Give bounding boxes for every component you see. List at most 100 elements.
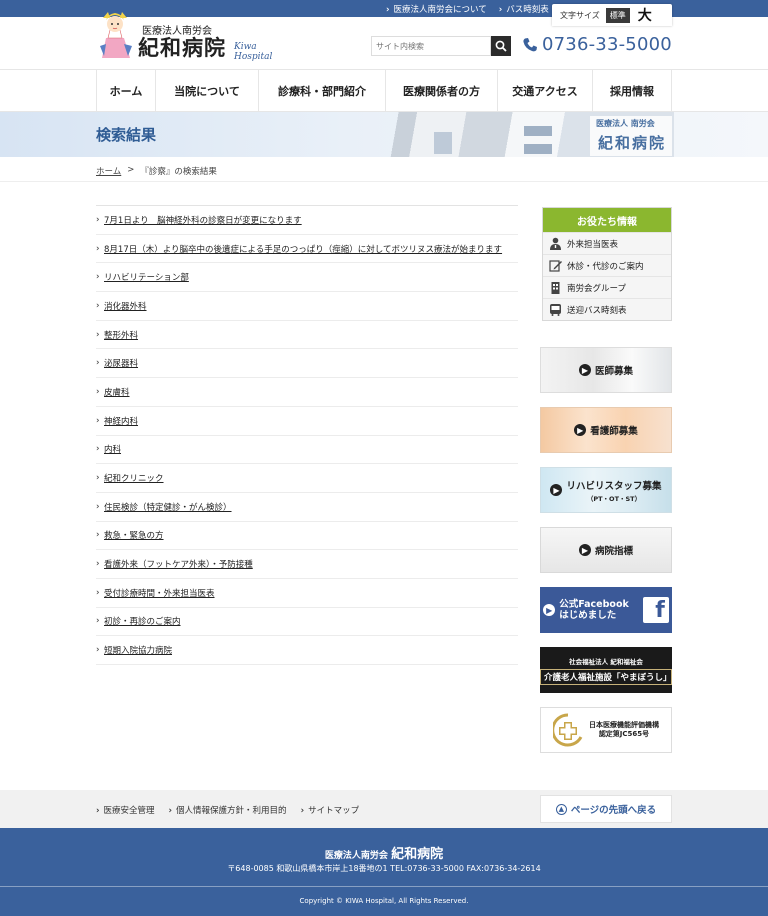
nav-item-departments[interactable]: 診療科・部門紹介	[258, 70, 385, 111]
banner-doctor-recruit[interactable]: ▶ 医師募集	[540, 347, 672, 393]
global-nav: ホーム 当院について 診療科・部門紹介 医療関係者の方 交通アクセス 採用情報	[0, 69, 768, 112]
page-title: 検索結果	[96, 126, 157, 144]
yamaboushi-line-2: 介護老人福祉施設「やまぼうし」	[540, 668, 672, 685]
back-to-top-label: ページの先頭へ戻る	[570, 805, 657, 816]
chevron-right-icon: ›	[96, 415, 100, 426]
chevron-right-icon: ›	[96, 530, 100, 541]
result-link[interactable]: 皮膚科	[104, 386, 130, 398]
list-item: › 消化器外科	[96, 292, 518, 321]
sign-hospital-name: 紀和病院	[598, 134, 667, 152]
jcqhc-line-2: 認定第JC565号	[598, 730, 650, 738]
result-link[interactable]: 救急・緊急の方	[104, 529, 164, 541]
top-link-bus-timetable[interactable]: バス時刻表	[499, 3, 549, 15]
nav-item-access[interactable]: 交通アクセス	[497, 70, 592, 111]
banner-hospital-index[interactable]: ▶ 病院指標	[540, 527, 672, 573]
list-item: › 泌尿器科	[96, 349, 518, 379]
result-link[interactable]: リハビリテーション部	[104, 271, 189, 283]
list-item: › 受付診療時間・外来担当医表	[96, 579, 518, 608]
hospital-sign: 医療法人 南労会 紀和病院	[590, 116, 672, 156]
list-item: › 看護外来（フットケア外来）・予防接種	[96, 550, 518, 579]
useful-item-bus-timetable[interactable]: 送迎バス時刻表	[543, 298, 671, 320]
font-size-switcher: 文字サイズ 標準 大	[552, 4, 672, 26]
font-size-large-button[interactable]: 大	[638, 5, 652, 25]
back-to-top-button[interactable]: ▲ ページの先頭へ戻る	[540, 795, 672, 823]
nav-item-medical-professionals[interactable]: 医療関係者の方	[385, 70, 497, 111]
footer-address: 〒648-0085 和歌山県橋本市岸上18番地の1 TEL:0736-33-50…	[227, 864, 541, 873]
phone-icon	[523, 37, 537, 51]
result-link[interactable]: 整形外科	[104, 329, 138, 341]
phone-number[interactable]: 0736-33-5000	[522, 34, 672, 55]
logo-hospital-name: 紀和病院	[138, 35, 226, 60]
footer-link-sitemap[interactable]: サイトマップ	[301, 804, 359, 816]
result-link[interactable]: 神経内科	[104, 415, 138, 427]
useful-item-label: 南労会グループ	[567, 283, 626, 294]
site-footer: 医療法人南労会 紀和病院 〒648-0085 和歌山県橋本市岸上18番地の1 T…	[0, 828, 768, 916]
result-link[interactable]: 看護外来（フットケア外来）・予防接種	[104, 558, 253, 570]
chevron-right-icon: ›	[96, 645, 100, 656]
copyright: Copyright © KIWA Hospital, All Rights Re…	[299, 897, 469, 905]
result-link[interactable]: 8月17日（木）より脳卒中の後遺症による手足のつっぱり（痙縮）に対してボツリヌス…	[104, 243, 502, 255]
chevron-right-icon: ›	[96, 214, 100, 225]
result-link[interactable]: 初診・再診のご案内	[104, 615, 181, 627]
arrow-right-icon: ▶	[578, 544, 591, 556]
footer-link-privacy[interactable]: 個人情報保護方針・利用目的	[169, 804, 287, 816]
list-item: › 皮膚科	[96, 378, 518, 407]
chevron-right-icon: ›	[96, 444, 100, 455]
banner-facebook[interactable]: ▶ 公式Facebook はじめました f	[540, 587, 672, 633]
list-item: › 初診・再診のご案内	[96, 608, 518, 637]
facebook-logo-icon: f	[642, 597, 669, 623]
result-link[interactable]: 7月1日より 脳神経外科の診察日が変更になります	[104, 214, 302, 226]
search-button[interactable]	[491, 36, 511, 56]
useful-item-closure-notice[interactable]: 休診・代診のご案内	[543, 254, 671, 276]
search-input[interactable]	[371, 36, 491, 56]
footer-divider	[0, 886, 768, 887]
footer-link-safety[interactable]: 医療安全管理	[96, 804, 155, 816]
banner-label: 医師募集	[594, 366, 633, 377]
banner-jcqhc[interactable]: 日本医療機能評価機構 認定第JC565号	[540, 707, 672, 753]
result-link[interactable]: 泌尿器科	[104, 357, 138, 369]
banner-label: 病院指標	[594, 546, 633, 557]
useful-item-label: 休診・代診のご案内	[567, 261, 644, 272]
banner-rehab-recruit[interactable]: ▶ リハビリスタッフ募集 （PT・OT・ST）	[540, 467, 672, 513]
nav-item-about[interactable]: 当院について	[155, 70, 258, 111]
page-header-banner: 検索結果 医療法人 南労会 紀和病院	[0, 112, 768, 157]
banner-sub-label: （PT・OT・ST）	[586, 494, 642, 503]
logo-hospital-name-en: Kiwa Hospital	[234, 42, 273, 62]
result-link[interactable]: 住民検診（特定健診・がん検診）	[104, 501, 232, 513]
nav-item-home[interactable]: ホーム	[96, 70, 155, 111]
facebook-line-1: 公式Facebook	[559, 599, 629, 610]
nav-item-recruit[interactable]: 採用情報	[592, 70, 672, 111]
banner-nurse-recruit[interactable]: ▶ 看護師募集	[540, 407, 672, 453]
list-item: › 短期入院協力病院	[96, 636, 518, 665]
banner-label: 看護師募集	[590, 426, 638, 437]
chevron-right-icon: ›	[96, 243, 100, 254]
footer-corp: 医療法人南労会	[324, 851, 388, 861]
chevron-right-icon: ›	[96, 272, 100, 283]
chevron-right-icon: ›	[96, 559, 100, 570]
useful-info-title: お役たち情報	[543, 208, 671, 232]
result-link[interactable]: 内科	[104, 443, 121, 455]
search-icon	[495, 40, 507, 52]
list-item: › 整形外科	[96, 321, 518, 350]
result-link[interactable]: 紀和クリニック	[104, 472, 164, 484]
top-link-about-corp[interactable]: 医療法人南労会について	[386, 3, 487, 15]
breadcrumb-separator: >	[127, 165, 135, 175]
result-link[interactable]: 受付診療時間・外来担当医表	[104, 587, 215, 599]
useful-item-nanroukai-group[interactable]: 南労会グループ	[543, 276, 671, 298]
useful-info-box: お役たち情報 外来担当医表 休診・代診のご案内 南労会グループ 送迎バス時刻表	[542, 207, 672, 321]
banner-yamaboushi[interactable]: 社会福祉法人 紀和福祉会 介護老人福祉施設「やまぼうし」	[540, 647, 672, 693]
footer-hospital-name: 医療法人南労会 紀和病院	[0, 843, 768, 862]
site-logo[interactable]: 医療法人南労会 紀和病院 Kiwa Hospital	[94, 8, 294, 62]
result-link[interactable]: 消化器外科	[104, 300, 147, 312]
mascot-logo-icon	[100, 12, 132, 58]
result-link[interactable]: 短期入院協力病院	[104, 644, 172, 656]
useful-item-label: 外来担当医表	[567, 239, 619, 250]
chevron-right-icon: ›	[96, 300, 100, 311]
doctor-icon	[548, 237, 562, 251]
breadcrumb-home[interactable]: ホーム	[96, 165, 121, 177]
site-search	[371, 36, 511, 56]
top-links: 医療法人南労会について バス時刻表	[386, 3, 549, 15]
chevron-right-icon: ›	[96, 473, 100, 484]
useful-item-outpatient-schedule[interactable]: 外来担当医表	[543, 232, 671, 254]
font-size-standard-button[interactable]: 標準	[605, 7, 630, 23]
